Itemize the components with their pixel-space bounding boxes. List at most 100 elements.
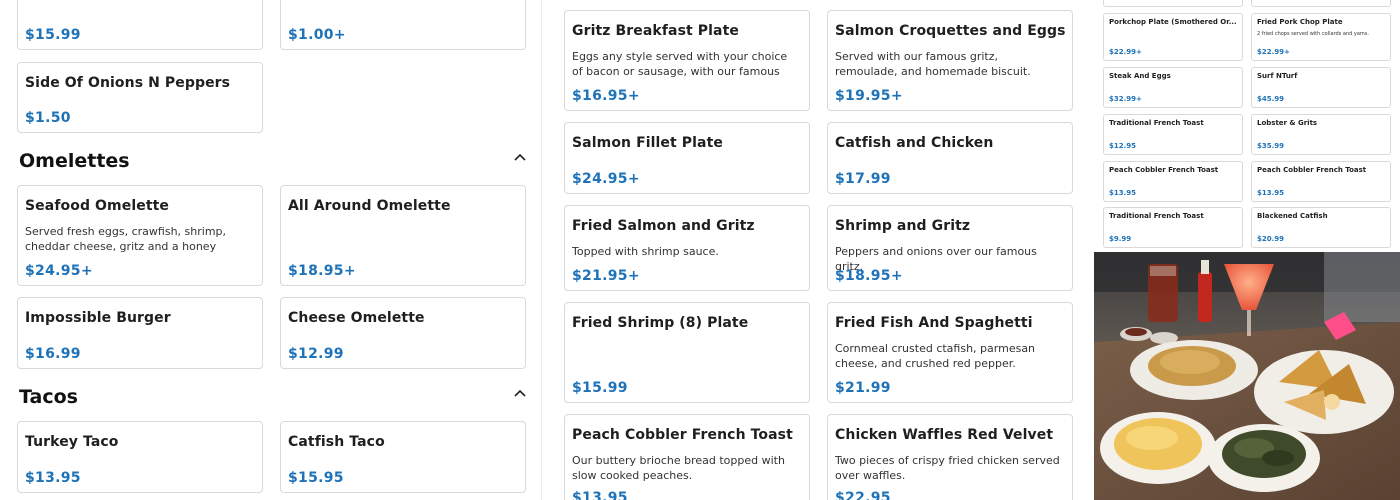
menu-item-card[interactable]: All Around Omelette $18.95+ bbox=[280, 185, 526, 286]
item-description: Our buttery brioche bread topped with sl… bbox=[572, 454, 785, 482]
item-price: $12.95 bbox=[1109, 142, 1137, 150]
item-price: $9.99 bbox=[1109, 235, 1132, 243]
item-name: Seafood Omelette bbox=[25, 198, 170, 214]
menu-item-card[interactable]: Surf NTurf $45.99 bbox=[1251, 67, 1391, 108]
column-divider bbox=[541, 0, 542, 500]
item-name: Peach Cobbler French Toast bbox=[572, 427, 793, 443]
item-price: $24.95+ bbox=[572, 171, 640, 187]
item-price: $1.50 bbox=[25, 110, 71, 126]
item-description: Served fresh eggs, crawfish, shrimp, che… bbox=[25, 225, 227, 253]
item-price: $22.95 bbox=[835, 490, 891, 500]
item-name: Surf NTurf bbox=[1257, 72, 1298, 80]
item-name: All Around Omelette bbox=[288, 198, 451, 214]
item-price: $22.99+ bbox=[1257, 48, 1290, 56]
menu-item-card[interactable] bbox=[1251, 0, 1391, 7]
item-price: $18.95+ bbox=[288, 263, 356, 279]
chevron-up-icon[interactable] bbox=[513, 150, 527, 164]
menu-item-card[interactable]: Peach Cobbler French Toast Our buttery b… bbox=[564, 414, 810, 500]
section-title-tacos: Tacos bbox=[19, 386, 78, 408]
item-price: $15.99 bbox=[25, 27, 81, 43]
item-name: Fried Shrimp (8) Plate bbox=[572, 315, 749, 331]
section-title-omelettes: Omelettes bbox=[19, 150, 130, 172]
item-name: Salmon Croquettes and Eggs bbox=[835, 23, 1066, 39]
item-name: Traditional French Toast bbox=[1109, 212, 1204, 220]
menu-item-card[interactable]: $15.99 bbox=[17, 0, 263, 50]
menu-item-card[interactable]: Fried Fish And Spaghetti Cornmeal cruste… bbox=[827, 302, 1073, 403]
item-description: Cornmeal crusted ctafish, parmesan chees… bbox=[835, 342, 1036, 370]
item-description: Topped with shrimp sauce. bbox=[572, 245, 719, 258]
item-name: Fried Fish And Spaghetti bbox=[835, 315, 1033, 331]
item-price: $16.95+ bbox=[572, 88, 640, 104]
menu-item-card[interactable]: Peach Cobbler French Toast $13.95 bbox=[1103, 161, 1243, 202]
menu-item-card[interactable]: Salmon Fillet Plate $24.95+ bbox=[564, 122, 810, 194]
item-name: Turkey Taco bbox=[25, 434, 119, 450]
item-price: $45.99 bbox=[1257, 95, 1285, 103]
menu-item-card[interactable]: Lobster & Grits $35.99 bbox=[1251, 114, 1391, 155]
chevron-up-icon[interactable] bbox=[513, 386, 527, 400]
item-price: $32.99+ bbox=[1109, 95, 1142, 103]
menu-item-card[interactable]: Fried Salmon and Gritz Topped with shrim… bbox=[564, 205, 810, 291]
item-name: Peach Cobbler French Toast bbox=[1109, 166, 1219, 174]
item-price: $20.99 bbox=[1257, 235, 1285, 243]
item-name: Porkchop Plate (Smothered Or... bbox=[1109, 18, 1237, 26]
item-price: $13.95 bbox=[1257, 189, 1285, 197]
item-price: $22.99+ bbox=[1109, 48, 1142, 56]
menu-item-card[interactable]: Blackened Catfish $20.99 bbox=[1251, 207, 1391, 248]
item-description: Two pieces of crispy fried chicken serve… bbox=[835, 454, 1060, 482]
item-description: Eggs any style served with your choice o… bbox=[572, 50, 788, 78]
item-price: $15.99 bbox=[572, 380, 628, 396]
item-price: $16.99 bbox=[25, 346, 81, 362]
menu-item-card[interactable]: Fried Pork Chop Plate 2 fried chops serv… bbox=[1251, 13, 1391, 61]
menu-item-card[interactable]: Impossible Burger $16.99 bbox=[17, 297, 263, 369]
item-price: $15.95 bbox=[288, 470, 344, 486]
menu-item-card[interactable]: Traditional French Toast $9.99 bbox=[1103, 207, 1243, 248]
item-price: $21.95+ bbox=[572, 268, 640, 284]
item-name: Fried Pork Chop Plate bbox=[1257, 18, 1343, 26]
menu-item-card[interactable]: Catfish Taco $15.95 bbox=[280, 421, 526, 493]
item-name: Peach Cobbler French Toast bbox=[1257, 166, 1367, 174]
item-description: 2 fried chops served with collards and y… bbox=[1257, 31, 1369, 37]
item-price: $35.99 bbox=[1257, 142, 1285, 150]
menu-item-card[interactable]: Turkey Taco $13.95 bbox=[17, 421, 263, 493]
menu-item-card[interactable] bbox=[1103, 0, 1243, 7]
item-name: Fried Salmon and Gritz bbox=[572, 218, 755, 234]
item-price: $17.99 bbox=[835, 171, 891, 187]
item-name: Steak And Eggs bbox=[1109, 72, 1171, 80]
menu-item-card[interactable]: Gritz Breakfast Plate Eggs any style ser… bbox=[564, 10, 810, 111]
menu-item-card[interactable]: Peach Cobbler French Toast $13.95 bbox=[1251, 161, 1391, 202]
food-photo bbox=[1094, 252, 1400, 500]
menu-item-card[interactable]: Fried Shrimp (8) Plate $15.99 bbox=[564, 302, 810, 403]
menu-item-card[interactable]: $1.00+ bbox=[280, 0, 526, 50]
item-name: Impossible Burger bbox=[25, 310, 171, 326]
menu-item-card[interactable]: Shrimp and Gritz Peppers and onions over… bbox=[827, 205, 1073, 291]
item-name: Shrimp and Gritz bbox=[835, 218, 971, 234]
item-price: $19.95+ bbox=[835, 88, 903, 104]
menu-item-card[interactable]: Cheese Omelette $12.99 bbox=[280, 297, 526, 369]
menu-item-card[interactable]: Steak And Eggs $32.99+ bbox=[1103, 67, 1243, 108]
item-price: $12.99 bbox=[288, 346, 344, 362]
item-name: Side Of Onions N Peppers bbox=[25, 75, 231, 91]
item-name: Gritz Breakfast Plate bbox=[572, 23, 739, 39]
menu-item-card[interactable]: Porkchop Plate (Smothered Or... $22.99+ bbox=[1103, 13, 1243, 61]
item-price: $1.00+ bbox=[288, 27, 346, 43]
item-price: $13.95 bbox=[1109, 189, 1137, 197]
item-price: $13.95 bbox=[572, 490, 628, 500]
menu-item-card[interactable]: Salmon Croquettes and Eggs Served with o… bbox=[827, 10, 1073, 111]
item-price: $24.95+ bbox=[25, 263, 93, 279]
item-name: Catfish Taco bbox=[288, 434, 385, 450]
item-name: Blackened Catfish bbox=[1257, 212, 1328, 220]
menu-item-card[interactable]: Chicken Waffles Red Velvet Two pieces of… bbox=[827, 414, 1073, 500]
menu-item-card[interactable]: Side Of Onions N Peppers $1.50 bbox=[17, 62, 263, 133]
menu-item-card[interactable]: Traditional French Toast $12.95 bbox=[1103, 114, 1243, 155]
item-price: $13.95 bbox=[25, 470, 81, 486]
item-name: Traditional French Toast bbox=[1109, 119, 1204, 127]
item-name: Chicken Waffles Red Velvet bbox=[835, 427, 1054, 443]
item-name: Cheese Omelette bbox=[288, 310, 425, 326]
menu-item-card[interactable]: Seafood Omelette Served fresh eggs, craw… bbox=[17, 185, 263, 286]
menu-item-card[interactable]: Catfish and Chicken $17.99 bbox=[827, 122, 1073, 194]
item-price: $21.99 bbox=[835, 380, 891, 396]
item-name: Lobster & Grits bbox=[1257, 119, 1318, 127]
item-price: $18.95+ bbox=[835, 268, 903, 284]
item-description: Served with our famous gritz, remoulade,… bbox=[835, 50, 1031, 78]
item-name: Catfish and Chicken bbox=[835, 135, 994, 151]
